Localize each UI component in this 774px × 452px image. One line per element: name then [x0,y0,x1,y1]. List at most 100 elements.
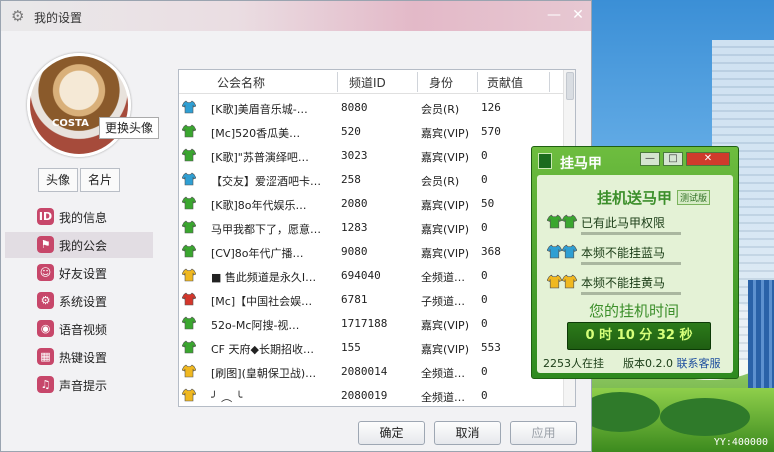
table-row[interactable]: 马甲我都下了，愿意… 1283 嘉宾(VIP) 0 [179,216,563,240]
column-header-name[interactable]: 公会名称 [217,74,265,91]
guild-name-cell: [CV]8o年代广播… [211,247,304,260]
table-row[interactable]: 【交友】爱涩酒吧卡… 258 会员(R) 0 [179,168,563,192]
timer-seconds: 32 [656,328,675,343]
table-row[interactable]: [Mc]【中国社会娱… 6781 子频道… 0 [179,288,563,312]
table-row[interactable]: [Mc]520香瓜美… 520 嘉宾(VIP) 570 [179,120,563,144]
table-row[interactable]: [K歌]美眉音乐城-… 8080 会员(R) 126 [179,96,563,120]
column-divider[interactable] [337,72,338,92]
nav-item-label: 声音提示 [59,379,108,393]
timer-minutes: 10 [616,328,635,343]
apply-button[interactable]: 应用 [510,421,577,445]
settings-window: ⚙ 我的设置 — ✕ COSTA 更换头像 头像 名片 ID 我的信息 ⚑ 我的公会 ☺… [0,0,592,452]
column-divider[interactable] [477,72,478,92]
status-text: 已有此马甲权限 [581,216,666,230]
vest-icon [181,196,197,210]
vest-icon [181,172,197,186]
guild-name-cell: [刷图](皇朝保卫战)… [211,367,317,380]
nav-item-0[interactable]: ID 我的信息 [5,204,153,230]
nav-item-1[interactable]: ⚑ 我的公会 [5,232,153,258]
plugin-title: 挂马甲 [560,156,602,172]
table-row[interactable]: ╯ ︵ ╰ 2080019 全频道… 0 [179,384,563,406]
channel-id-cell: 2080 [341,197,368,210]
table-row[interactable]: ■ 售此频道是永久I… 694040 全频道… 0 [179,264,563,288]
nav-item-6[interactable]: ♫ 声音提示 [5,372,153,398]
nav-item-label: 我的公会 [59,239,108,253]
guild-name-cell: [Mc]【中国社会娱… [211,295,313,308]
guild-name-cell: [K歌]美眉音乐城-… [211,103,308,116]
nav-item-5[interactable]: ▦ 热键设置 [5,344,153,370]
guild-name-cell: 【交友】爱涩酒吧卡… [211,175,321,188]
nav-item-2[interactable]: ☺ 好友设置 [5,260,153,286]
column-header-contribution[interactable]: 贡献值 [487,74,523,91]
gear-icon: ⚙ [11,7,25,25]
vest-pair-icon [546,214,579,230]
contribution-cell: 0 [481,389,488,402]
role-cell: 会员(R) [421,103,460,116]
microphone-icon: ◉ [37,320,54,337]
column-divider[interactable] [549,72,550,92]
timer-hours: 0 [585,328,595,343]
guild-name-cell: 马甲我都下了，愿意… [211,223,321,236]
yy-id-label: YY:400000 [713,437,768,448]
contact-link[interactable]: 联系客服 [677,357,721,370]
tab-card[interactable]: 名片 [80,168,120,192]
column-divider[interactable] [417,72,418,92]
role-cell: 嘉宾(VIP) [421,127,469,140]
guild-name-cell: [K歌]"苏普演绎吧… [211,151,309,164]
channel-id-cell: 694040 [341,269,381,282]
role-cell: 会员(R) [421,175,460,188]
maximize-icon[interactable]: □ [663,152,683,166]
table-row[interactable]: 52o-Mc阿搜-视… 1717188 嘉宾(VIP) 0 [179,312,563,336]
table-row[interactable]: [CV]8o年代广播… 9080 嘉宾(VIP) 368 [179,240,563,264]
vest-icon [181,364,197,378]
nav-item-label: 语音视频 [59,323,108,337]
avatar-brand-text: COSTA [52,118,89,129]
close-icon[interactable]: ✕ [570,7,586,23]
channel-id-cell: 8080 [341,101,368,114]
status-text: 本频不能挂黄马 [581,276,666,290]
guild-name-cell: [K歌]8o年代娱乐… [211,199,307,212]
title-bar[interactable]: ⚙ 我的设置 — ✕ [1,1,591,31]
table-row[interactable]: [K歌]8o年代娱乐… 2080 嘉宾(VIP) 50 [179,192,563,216]
guild-name-cell: ■ 售此频道是永久I… [211,271,317,284]
role-cell: 全频道… [421,271,465,284]
table-header: 公会名称 频道ID 身份 贡献值 [179,70,563,94]
nav-item-3[interactable]: ⚙ 系统设置 [5,288,153,314]
role-cell: 嘉宾(VIP) [421,151,469,164]
nav-item-label: 系统设置 [59,295,108,309]
tab-avatar[interactable]: 头像 [38,168,78,192]
minimize-icon[interactable]: — [640,152,660,166]
change-avatar-button[interactable]: 更换头像 [99,117,159,139]
vest-icon [181,220,197,234]
vest-icon [181,340,197,354]
status-underline [581,232,681,235]
column-header-id[interactable]: 频道ID [349,74,386,91]
online-timer: 0 时 10 分 32 秒 [567,322,711,350]
music-note-icon: ♫ [37,376,54,393]
scroll-thumb[interactable] [566,72,574,100]
nav-item-label: 好友设置 [59,267,108,281]
cancel-button[interactable]: 取消 [434,421,501,445]
role-cell: 嘉宾(VIP) [421,319,469,332]
guild-name-cell: 52o-Mc阿搜-视… [211,319,300,332]
table-row[interactable]: [刷图](皇朝保卫战)… 2080014 全频道… 0 [179,360,563,384]
nav-item-4[interactable]: ◉ 语音视频 [5,316,153,342]
role-cell: 嘉宾(VIP) [421,343,469,356]
status-underline [581,262,681,265]
minimize-icon[interactable]: — [546,7,562,23]
channel-id-cell: 2080019 [341,389,388,402]
column-header-role[interactable]: 身份 [429,74,453,91]
status-line: 本频不能挂黄马 [545,272,725,295]
nav-item-label: 热键设置 [59,351,108,365]
keyboard-icon: ▦ [37,348,54,365]
table-row[interactable]: CF 天府◆长期招收… 155 嘉宾(VIP) 553 [179,336,563,360]
status-line: 已有此马甲权限 [545,212,725,235]
guild-name-cell: CF 天府◆长期招收… [211,343,314,356]
channel-id-cell: 6781 [341,293,368,306]
ok-button[interactable]: 确定 [358,421,425,445]
avatar[interactable]: COSTA [27,53,131,157]
table-row[interactable]: [K歌]"苏普演绎吧… 3023 嘉宾(VIP) 0 [179,144,563,168]
channel-id-cell: 2080014 [341,365,388,378]
tree [580,392,660,432]
close-icon[interactable]: ✕ [686,152,730,166]
